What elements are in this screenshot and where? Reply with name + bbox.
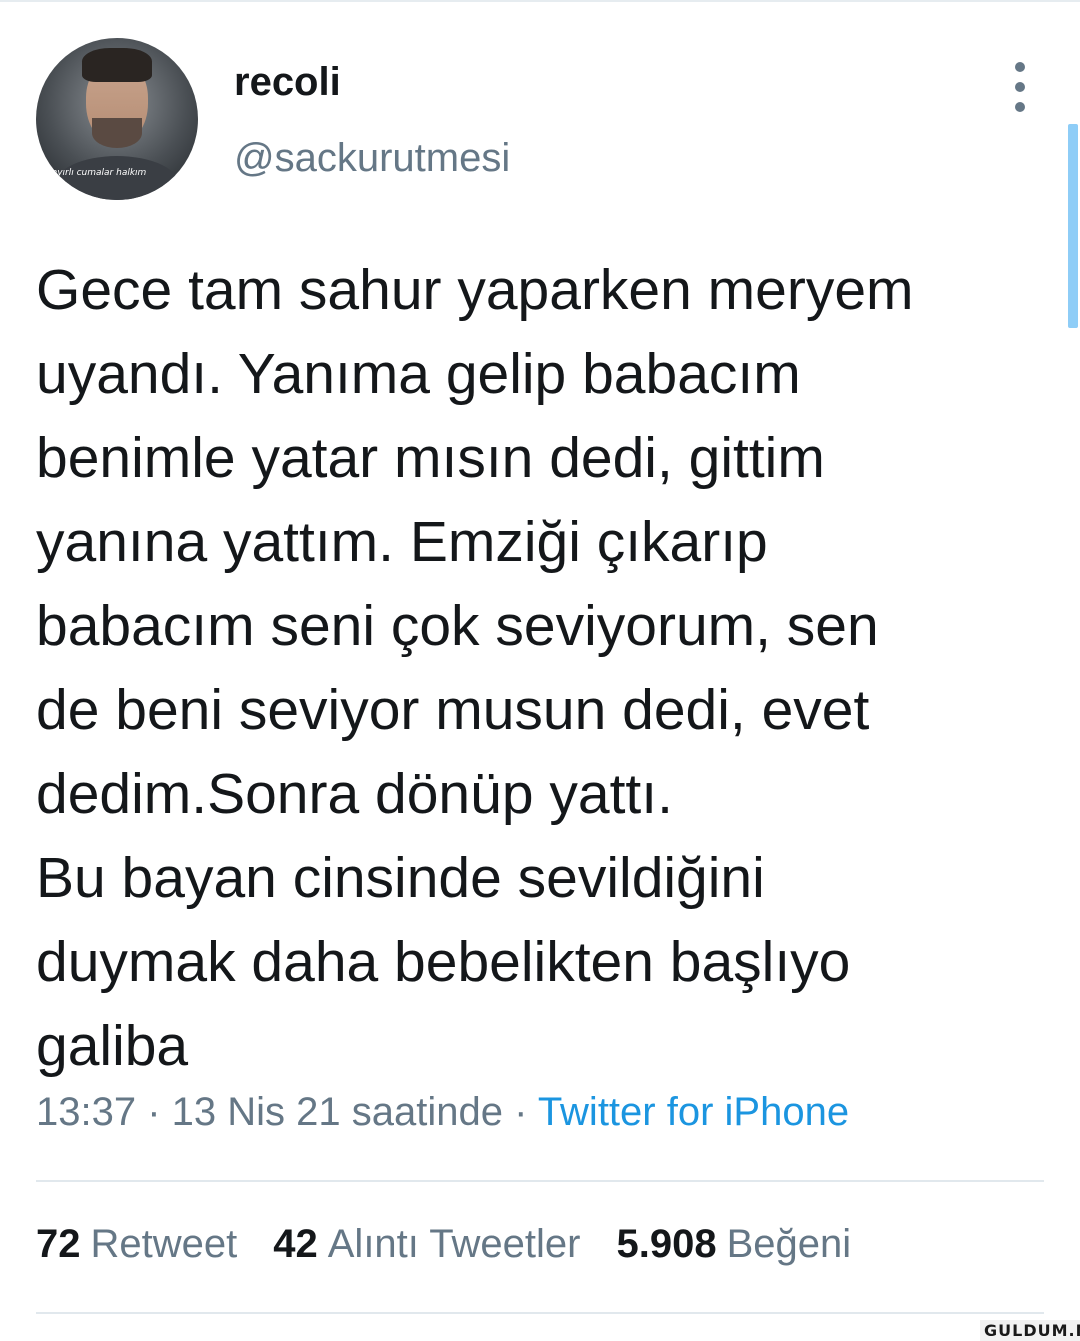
meta-separator: · bbox=[136, 1090, 172, 1134]
tweet-line: babacım seni çok seviyorum, sen bbox=[36, 594, 879, 658]
user-handle[interactable]: @sackurutmesi bbox=[234, 136, 510, 181]
tweet-line: benimle yatar mısın dedi, gittim bbox=[36, 426, 825, 490]
likes-stat[interactable]: 5.908 Beğeni bbox=[616, 1222, 851, 1267]
tweet-line: uyandı. Yanıma gelip babacım bbox=[36, 342, 801, 406]
tweet-text: Gece tam sahur yaparken meryem uyandı. Y… bbox=[36, 248, 1046, 1088]
tweet-date[interactable]: 13 Nis 21 saatinde bbox=[172, 1090, 503, 1134]
quote-label: Alıntı Tweetler bbox=[327, 1222, 581, 1266]
scrollbar[interactable] bbox=[1068, 124, 1078, 328]
tweet-line: yanına yattım. Emziği çıkarıp bbox=[36, 510, 768, 574]
tweet-line: de beni seviyor musun dedi, evet bbox=[36, 678, 870, 742]
tweet-line: duymak daha bebelikten başlıyo bbox=[36, 930, 851, 994]
avatar-shirt bbox=[54, 156, 180, 200]
quote-count: 42 bbox=[273, 1222, 318, 1266]
retweets-stat[interactable]: 72 Retweet bbox=[36, 1222, 237, 1267]
retweet-label: Retweet bbox=[90, 1222, 238, 1266]
tweet-source-link[interactable]: Twitter for iPhone bbox=[538, 1090, 849, 1134]
avatar-caption: hayırlı cumalar halkım bbox=[46, 168, 147, 178]
like-label: Beğeni bbox=[726, 1222, 852, 1266]
divider bbox=[36, 1180, 1044, 1182]
tweet-time[interactable]: 13:37 bbox=[36, 1090, 136, 1134]
retweet-count: 72 bbox=[36, 1222, 81, 1266]
tweet-stats: 72 Retweet 42 Alıntı Tweetler 5.908 Beğeni bbox=[36, 1222, 851, 1267]
more-vertical-icon[interactable] bbox=[1006, 62, 1034, 112]
top-divider bbox=[0, 0, 1080, 2]
more-dot bbox=[1015, 62, 1025, 72]
more-dot bbox=[1015, 82, 1025, 92]
avatar[interactable]: hayırlı cumalar halkım bbox=[36, 38, 198, 200]
like-count: 5.908 bbox=[616, 1222, 717, 1266]
tweet-line: Bu bayan cinsinde sevildiğini bbox=[36, 846, 765, 910]
watermark: GULDUM.NET bbox=[980, 1320, 1080, 1341]
divider bbox=[36, 1312, 1044, 1314]
quotes-stat[interactable]: 42 Alıntı Tweetler bbox=[273, 1222, 580, 1267]
tweet-line: Gece tam sahur yaparken meryem bbox=[36, 258, 914, 322]
tweet-line: dedim.Sonra dönüp yattı. bbox=[36, 762, 673, 826]
tweet-line: galiba bbox=[36, 1014, 189, 1078]
tweet-meta: 13:37 · 13 Nis 21 saatinde · Twitter for… bbox=[36, 1090, 849, 1135]
avatar-beard bbox=[92, 118, 142, 148]
more-dot bbox=[1015, 102, 1025, 112]
meta-separator: · bbox=[502, 1090, 538, 1134]
display-name[interactable]: recoli bbox=[234, 60, 341, 105]
avatar-hair bbox=[82, 48, 152, 82]
